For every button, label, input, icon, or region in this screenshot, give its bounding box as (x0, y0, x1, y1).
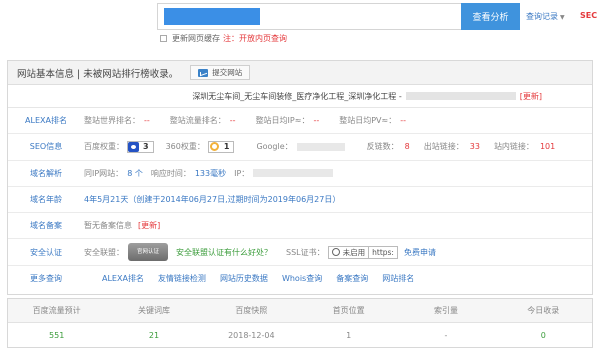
stats-header-cell: 今日收录 (527, 306, 560, 315)
domain-age-label[interactable]: 域名年龄 (8, 194, 84, 205)
site-info-panel: 网站基本信息 | 未被网站排行榜收录。 提交网站 深圳无尘车间_无尘车间装修_医… (7, 60, 593, 295)
more-link-history[interactable]: 网站历史数据 (220, 273, 268, 284)
baidu-traffic-value[interactable]: 551 (8, 323, 105, 347)
alexa-label[interactable]: ALEXA排名 (8, 115, 84, 126)
google-label: Google： (256, 142, 293, 152)
analyze-button[interactable]: 查看分析 (461, 3, 520, 30)
dns-label[interactable]: 域名解析 (8, 168, 84, 179)
stats-header-cell: 索引量 (433, 306, 458, 315)
backlink-label: 反链数： (366, 142, 399, 152)
more-link-whois[interactable]: Whois查询 (282, 273, 322, 284)
stats-value-row: 551 21 2018-12-04 1 - 0 (8, 323, 592, 347)
seo-row: SEO信息 百度权重： 3 360权重： 1 Google： 反链数： 8 出站… (8, 134, 592, 161)
ip-label: IP： (234, 168, 250, 178)
homepage-position-value: 1 (346, 330, 352, 340)
backlink-value[interactable]: 8 (405, 142, 410, 151)
world-rank-value: -- (144, 116, 150, 126)
ssl-status-icon (331, 248, 340, 257)
security-row: 安全认证 安全联盟： 官网认证 安全联盟认证有什么好处？ SSL证书： 未启用 … (8, 239, 592, 266)
caret-down-icon: ▼ (560, 14, 565, 21)
free-apply-link[interactable]: 免费申请 (404, 247, 436, 258)
response-time-label: 响应时间： (150, 168, 191, 178)
site-title-row: 深圳无尘车间_无尘车间装修_医疗净化工程_深圳净化工程 - [更新] (8, 85, 592, 108)
submit-site-icon (198, 68, 209, 77)
cache-option: 更新网页缓存 注：开放内页查询 (160, 33, 287, 44)
more-link-alexa[interactable]: ALEXA排名 (102, 273, 144, 284)
ssl-protocol: https: (372, 247, 394, 257)
360-weight-label: 360权重： (165, 142, 205, 152)
cache-note: 注：开放内页查询 (223, 34, 287, 43)
beian-label[interactable]: 域名备案 (8, 220, 84, 231)
snapshot-date-value: 2018-12-04 (228, 330, 275, 340)
stats-header-row: 百度流量预计 关键词库 百度快照 首页位置 索引量 今日收录 (8, 299, 592, 323)
traffic-rank-value: -- (229, 116, 236, 126)
today-indexed-value[interactable]: 0 (495, 323, 592, 347)
outlink-value[interactable]: 33 (470, 142, 480, 151)
submit-site-button[interactable]: 提交网站 (190, 65, 251, 80)
daily-ip-value: -- (313, 116, 320, 126)
baidu-paw-icon (128, 141, 139, 152)
seo-label[interactable]: SEO信息 (8, 141, 84, 152)
official-seal-icon[interactable]: 官网认证 (128, 243, 168, 262)
blurred-url (405, 92, 516, 100)
daily-ip-label: 整站日均IP≈： (255, 116, 310, 126)
baidu-weight-label: 百度权重： (84, 142, 124, 152)
daily-pv-value: -- (400, 116, 407, 126)
google-value-blurred (296, 142, 345, 151)
stats-header-cell: 百度流量预计 (32, 306, 81, 315)
union-benefit-link[interactable]: 安全联盟认证有什么好处？ (176, 247, 272, 258)
ssl-divider (368, 246, 370, 258)
ip-value-blurred (253, 169, 334, 178)
ssl-status-box[interactable]: 未启用 https: (327, 245, 398, 259)
more-link-friendlink[interactable]: 友情链接检测 (158, 273, 206, 284)
daily-pv-label: 整站日均PV≈： (339, 116, 397, 126)
response-time-value: 133毫秒 (194, 168, 227, 178)
more-link-beian[interactable]: 备案查询 (336, 273, 368, 284)
security-label[interactable]: 安全认证 (8, 247, 84, 258)
more-query-label: 更多查询 (30, 274, 62, 284)
checkbox-icon[interactable] (160, 35, 167, 42)
inlink-label: 站内链接： (493, 142, 534, 152)
traffic-rank-label: 整站流量排名： (169, 116, 226, 126)
domain-age-row: 域名年龄 4年5月21天（创建于2014年06月27日,过期时间为2019年06… (8, 187, 592, 214)
alexa-row: ALEXA排名 整站世界排名： -- 整站流量排名： -- 整站日均IP≈： -… (8, 108, 592, 135)
stats-header-cell: 百度快照 (235, 306, 268, 315)
union-label: 安全联盟： (84, 247, 124, 257)
sec-link[interactable]: SEC (580, 11, 597, 20)
360-ring-icon (209, 142, 219, 152)
panel-title: 网站基本信息 | 未被网站排行榜收录。 (17, 68, 179, 80)
more-query-row: 更多查询 ALEXA排名 友情链接检测 网站历史数据 Whois查询 备案查询 … (8, 266, 592, 292)
submit-site-label: 提交网站 (212, 68, 243, 77)
same-ip-value[interactable]: 8 个 (127, 168, 143, 179)
index-count-value: - (444, 330, 448, 340)
stats-table: 百度流量预计 关键词库 百度快照 首页位置 索引量 今日收录 551 21 20… (7, 298, 593, 348)
outlink-label: 出站链接： (423, 142, 464, 152)
beian-update-link[interactable]: [更新] (138, 220, 160, 231)
world-rank-label: 整站世界排名： (84, 116, 140, 126)
query-history-dropdown[interactable]: 查询记录 ▼ (526, 11, 565, 22)
title-update-link[interactable]: [更新] (520, 91, 542, 102)
beian-row: 域名备案 暂无备案信息 [更新] (8, 213, 592, 240)
query-history-label: 查询记录 (526, 12, 558, 21)
beian-text: 暂无备案信息 (84, 221, 132, 231)
baidu-weight-value: 3 (143, 142, 149, 152)
stats-header-cell: 关键词库 (137, 306, 170, 315)
domain-age-value: 4年5月21天（创建于2014年06月27日,过期时间为2019年06月27日） (84, 195, 341, 205)
dns-row: 域名解析 同IP网站： 8 个 响应时间： 133毫秒 IP： (8, 161, 592, 187)
ssl-status-text: 未启用 (342, 247, 366, 257)
360-weight-value: 1 (223, 142, 230, 152)
360-weight-badge[interactable]: 1 (207, 140, 235, 153)
inlink-value[interactable]: 101 (540, 142, 555, 151)
baidu-weight-badge[interactable]: 3 (127, 140, 154, 153)
panel-header: 网站基本信息 | 未被网站排行榜收录。 提交网站 (8, 61, 592, 85)
more-link-rank[interactable]: 网站排名 (382, 273, 414, 284)
ssl-label: SSL证书： (286, 247, 325, 257)
stats-header-cell: 首页位置 (332, 306, 365, 315)
search-input-selected-text[interactable] (164, 8, 260, 25)
cache-label[interactable]: 更新网页缓存 (172, 33, 220, 44)
site-title: 深圳无尘车间_无尘车间装修_医疗净化工程_深圳净化工程 - (192, 91, 402, 101)
same-ip-label: 同IP网站： (84, 168, 124, 178)
keyword-count-value[interactable]: 21 (105, 323, 202, 347)
